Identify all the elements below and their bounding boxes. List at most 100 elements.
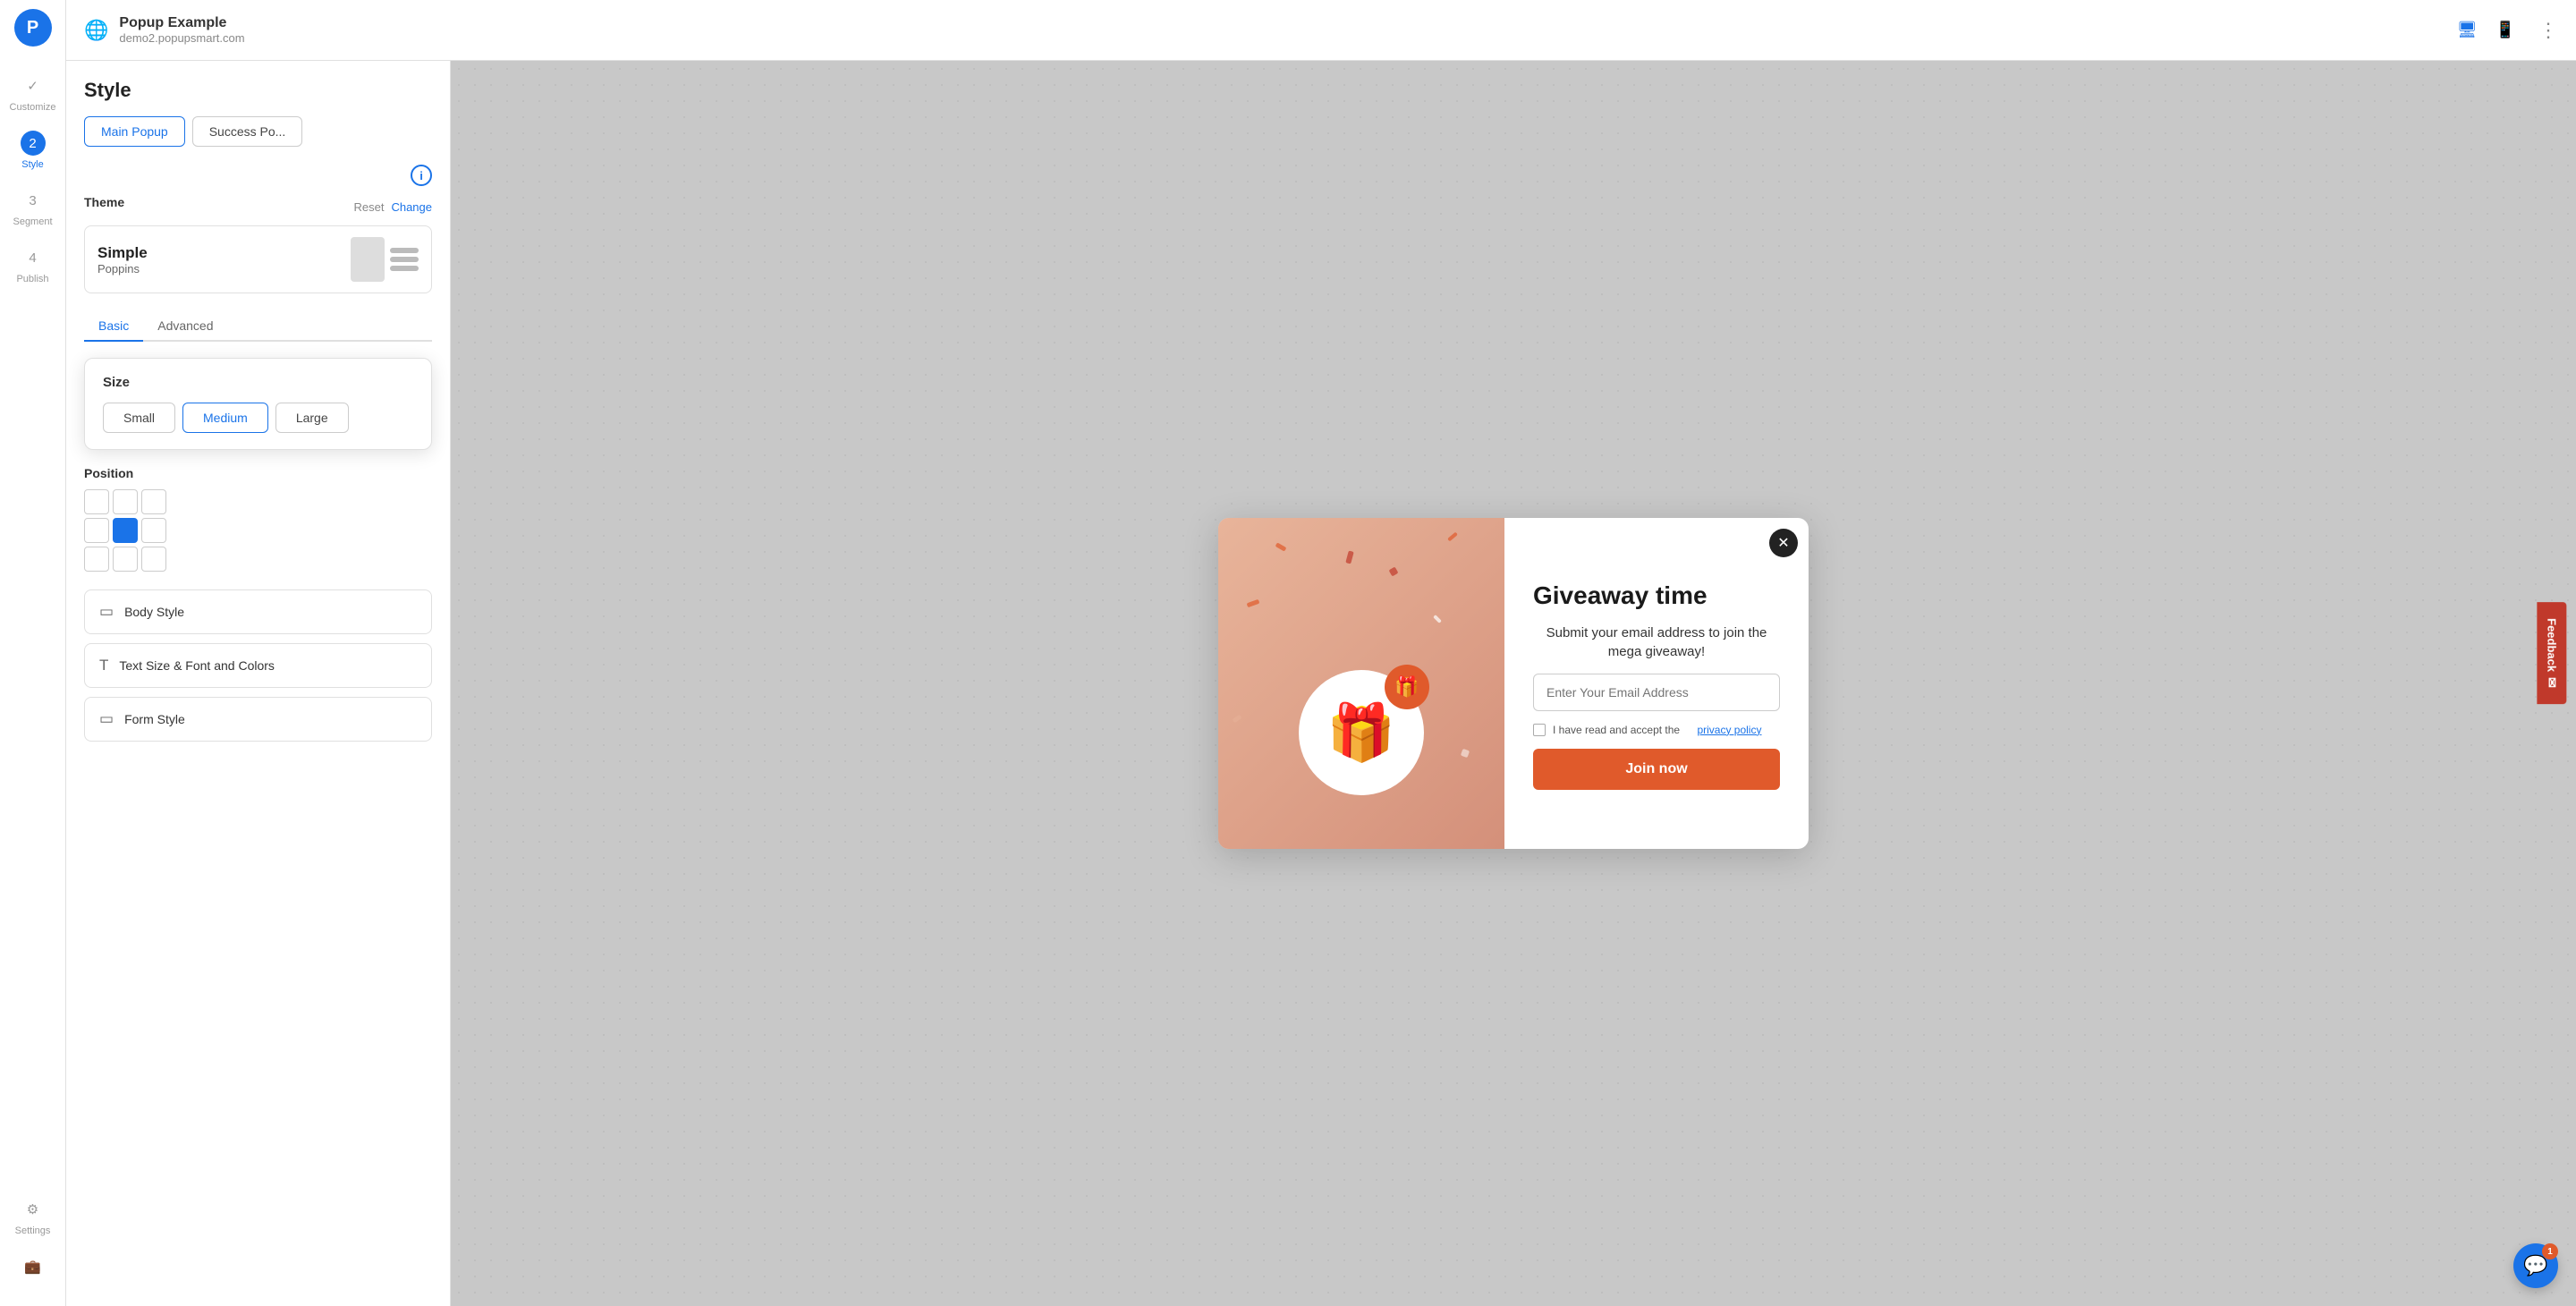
panel-title: Style [84, 79, 432, 102]
join-now-button[interactable]: Join now [1533, 749, 1780, 790]
text-size-item[interactable]: T Text Size & Font and Colors [84, 643, 432, 688]
nav-label-segment: Segment [13, 216, 52, 227]
desktop-device-button[interactable]: 🖥 [2453, 17, 2481, 43]
nav-label-customize: Customize [10, 102, 56, 113]
info-icon[interactable]: i [411, 165, 432, 186]
tab-success-popup[interactable]: Success Po... [192, 116, 303, 147]
theme-info: Simple Poppins [97, 244, 148, 276]
popup-subtext: Submit your email address to join the me… [1533, 623, 1780, 661]
shape-line-3 [390, 266, 419, 271]
nav-label-style: Style [21, 159, 43, 170]
position-grid [84, 489, 432, 572]
left-panel: Style Main Popup Success Po... i Theme R… [66, 61, 451, 1306]
email-input[interactable] [1533, 674, 1780, 711]
app-logo[interactable]: P [14, 9, 52, 47]
size-buttons: Small Medium Large [103, 403, 413, 433]
style-step-icon: 2 [21, 131, 46, 156]
theme-name: Simple [97, 244, 148, 262]
theme-card: Simple Poppins [84, 225, 432, 293]
size-popup: Size Small Medium Large [84, 358, 432, 450]
position-label: Position [84, 466, 133, 480]
tab-advanced[interactable]: Advanced [143, 311, 227, 342]
more-options-icon[interactable]: ⋮ [2538, 19, 2558, 42]
chat-bubble-button[interactable]: 💬 1 [2513, 1243, 2558, 1288]
shape-lines [390, 248, 419, 271]
theme-preview [351, 237, 419, 282]
pos-cell-8[interactable] [141, 547, 166, 572]
nav-bottom: ⚙ Settings 💼 [15, 1188, 51, 1306]
globe-icon: 🌐 [84, 19, 108, 42]
close-icon: ✕ [1777, 534, 1789, 552]
segment-step-icon: 3 [21, 188, 46, 213]
preview-area: ✕ [451, 61, 2576, 1306]
content-row: Style Main Popup Success Po... i Theme R… [66, 61, 2576, 1306]
theme-label: Theme [84, 195, 124, 209]
size-large-button[interactable]: Large [275, 403, 349, 433]
nav-item-briefcase[interactable]: 💼 [15, 1245, 51, 1288]
theme-actions: Reset Change [353, 200, 432, 214]
nav-item-style[interactable]: 2 Style [0, 122, 65, 179]
text-size-icon: T [99, 657, 108, 674]
size-label: Size [103, 375, 413, 390]
form-style-item[interactable]: ▭ Form Style [84, 697, 432, 742]
shape-line-2 [390, 257, 419, 262]
pos-cell-7[interactable] [113, 547, 138, 572]
header-title: Popup Example [119, 15, 2442, 31]
size-medium-button[interactable]: Medium [182, 403, 268, 433]
settings-icon: ⚙ [21, 1197, 46, 1222]
header-devices: 🖥 📱 [2453, 17, 2519, 43]
privacy-link[interactable]: privacy policy [1697, 724, 1761, 736]
shape-card-1 [351, 237, 385, 282]
feedback-icon: ✉ [2545, 677, 2560, 688]
feedback-tab[interactable]: Feedback ✉ [2538, 602, 2567, 704]
popup-tabs: Main Popup Success Po... [84, 116, 432, 147]
theme-reset-button[interactable]: Reset [353, 200, 384, 214]
feedback-label: Feedback [2546, 618, 2559, 672]
nav-item-customize[interactable]: ✓ Customize [0, 64, 65, 122]
popup-close-button[interactable]: ✕ [1769, 529, 1798, 557]
badge-emoji: 🎁 [1394, 675, 1419, 699]
publish-step-icon: 4 [21, 245, 46, 270]
nav-item-segment[interactable]: 3 Segment [0, 179, 65, 236]
info-icon-row: i [84, 165, 432, 186]
tab-basic[interactable]: Basic [84, 311, 143, 342]
section-tabs: Basic Advanced [84, 311, 432, 342]
pos-cell-5[interactable] [141, 518, 166, 543]
pos-cell-0[interactable] [84, 489, 109, 514]
size-small-button[interactable]: Small [103, 403, 175, 433]
pos-cell-3[interactable] [84, 518, 109, 543]
pos-cell-6[interactable] [84, 547, 109, 572]
popup-modal: ✕ [1218, 518, 1809, 849]
chat-badge: 1 [2542, 1243, 2558, 1259]
pos-cell-1[interactable] [113, 489, 138, 514]
gift-emoji: 🎁 [1326, 700, 1395, 766]
body-style-icon: ▭ [99, 603, 114, 621]
form-style-label: Form Style [124, 712, 185, 726]
checkbox-text: I have read and accept the [1553, 724, 1680, 736]
briefcase-icon: 💼 [21, 1254, 46, 1279]
theme-change-button[interactable]: Change [391, 200, 432, 214]
theme-font: Poppins [97, 262, 148, 276]
gift-circle: 🎁 🎁 [1299, 670, 1424, 795]
header-title-group: Popup Example demo2.popupsmart.com [119, 15, 2442, 45]
theme-row: Theme Reset Change [84, 195, 432, 218]
popup-left-panel: 🎁 🎁 [1218, 518, 1504, 849]
main-area: 🌐 Popup Example demo2.popupsmart.com 🖥 📱… [66, 0, 2576, 1306]
popup-heading: Giveaway time [1533, 581, 1780, 611]
header-subtitle: demo2.popupsmart.com [119, 31, 2442, 45]
popup-right-panel: Giveaway time Submit your email address … [1504, 518, 1809, 849]
form-style-icon: ▭ [99, 710, 114, 728]
pos-cell-4[interactable] [113, 518, 138, 543]
privacy-checkbox[interactable] [1533, 724, 1546, 736]
gift-badge: 🎁 [1385, 665, 1429, 709]
tab-main-popup[interactable]: Main Popup [84, 116, 185, 147]
body-style-label: Body Style [124, 605, 184, 619]
shape-line-1 [390, 248, 419, 253]
nav-item-settings[interactable]: ⚙ Settings [15, 1188, 51, 1245]
nav-label-publish: Publish [16, 274, 48, 284]
body-style-item[interactable]: ▭ Body Style [84, 589, 432, 634]
customize-icon: ✓ [21, 73, 46, 98]
tablet-device-button[interactable]: 📱 [2492, 17, 2519, 43]
pos-cell-2[interactable] [141, 489, 166, 514]
nav-item-publish[interactable]: 4 Publish [0, 236, 65, 293]
